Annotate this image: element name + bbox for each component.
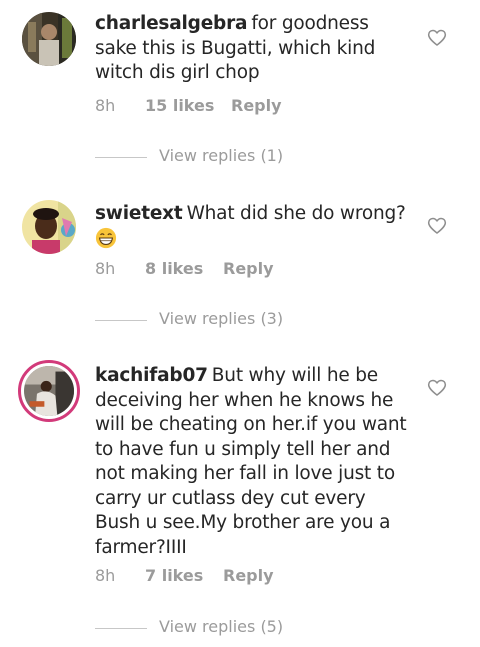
heart-outline-icon[interactable] bbox=[427, 216, 447, 236]
reply-button[interactable]: Reply bbox=[231, 96, 282, 115]
avatar[interactable] bbox=[22, 200, 76, 254]
comment-username[interactable]: swietext bbox=[95, 203, 183, 224]
reply-button[interactable]: Reply bbox=[223, 566, 274, 585]
comment-username[interactable]: charlesalgebra bbox=[95, 13, 248, 34]
comment-time: 8h bbox=[95, 259, 116, 278]
view-replies-button[interactable]: View replies (1) bbox=[159, 146, 283, 165]
comment-username[interactable]: kachifab07 bbox=[95, 365, 208, 386]
comment-likes[interactable]: 8 likes bbox=[145, 259, 203, 278]
heart-outline-icon[interactable] bbox=[427, 28, 447, 48]
comment-likes[interactable]: 15 likes bbox=[145, 96, 214, 115]
profile-photo-icon bbox=[22, 200, 76, 254]
comment-text: swietext What did she do wrong? bbox=[95, 202, 413, 252]
comment-time: 8h bbox=[95, 96, 116, 115]
comment-text: charlesalgebra for goodness sake this is … bbox=[95, 12, 413, 86]
view-replies-button[interactable]: View replies (5) bbox=[159, 617, 283, 636]
comment-body: But why will he be deceiving her when he… bbox=[95, 365, 407, 558]
comment-likes[interactable]: 7 likes bbox=[145, 566, 203, 585]
replies-divider bbox=[95, 157, 147, 158]
comment-time: 8h bbox=[95, 566, 116, 585]
avatar-photo bbox=[24, 366, 74, 416]
avatar[interactable] bbox=[18, 360, 80, 422]
reply-button[interactable]: Reply bbox=[223, 259, 274, 278]
comment-text: kachifab07 But why will he be deceiving h… bbox=[95, 364, 413, 560]
profile-photo-icon bbox=[22, 12, 76, 66]
replies-divider bbox=[95, 320, 147, 321]
replies-divider bbox=[95, 628, 147, 629]
view-replies-button[interactable]: View replies (3) bbox=[159, 309, 283, 328]
grinning-face-emoji-icon bbox=[95, 227, 117, 248]
comment-body: What did she do wrong? bbox=[186, 203, 406, 224]
heart-outline-icon[interactable] bbox=[427, 378, 447, 398]
profile-photo-icon bbox=[24, 366, 74, 416]
avatar[interactable] bbox=[22, 12, 76, 66]
